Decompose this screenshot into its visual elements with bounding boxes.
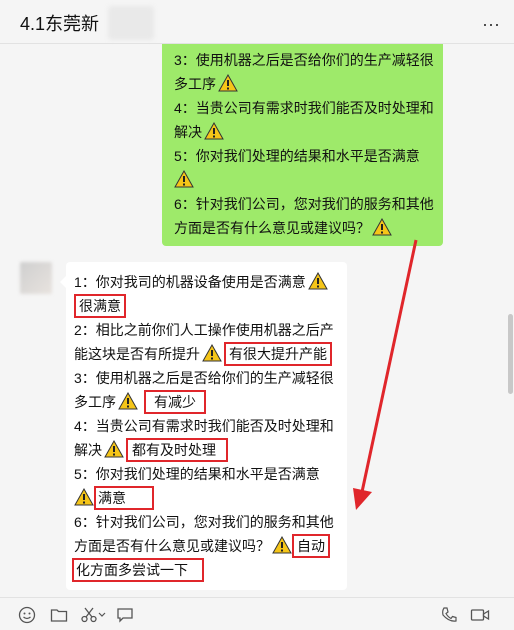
message-text: 3：使用机器之后是否给你们的生产减轻很 (74, 370, 334, 386)
message-line: 4：当贵公司有需求时我们能否及时处理和 (174, 96, 434, 120)
message-line: 4：当贵公司有需求时我们能否及时处理和 (74, 414, 339, 438)
message-text: 4：当贵公司有需求时我们能否及时处理和 (174, 100, 434, 116)
scrollbar[interactable] (508, 314, 513, 394)
highlighted-answer: 化方面多尝试一下 (72, 558, 204, 582)
folder-icon[interactable] (50, 606, 68, 624)
message-text: 解决 (74, 442, 102, 458)
highlighted-answer: 都有及时处理 (126, 438, 228, 462)
message-line: 化方面多尝试一下 (72, 558, 339, 582)
message-text: 6：针对我们公司，您对我们的服务和其他 (74, 514, 334, 530)
message-line: 能这块是否有所提升 有很大提升产能 (74, 342, 339, 366)
message-line: 多工序 有减少 (74, 390, 339, 414)
chevron-down-icon[interactable] (98, 606, 106, 624)
outgoing-message[interactable]: 3：使用机器之后是否给你们的生产减轻很 多工序 4：当贵公司有需求时我们能否及时… (162, 44, 443, 246)
message-line (174, 168, 433, 192)
message-text: 4：当贵公司有需求时我们能否及时处理和 (74, 418, 334, 434)
input-toolbar (0, 597, 514, 630)
incoming-message[interactable]: 1：你对我司的机器设备使用是否满意 很满意 2：相比之前你们人工操作使用机器之后… (60, 262, 347, 590)
phone-icon[interactable] (440, 606, 458, 624)
scissors-icon[interactable] (80, 606, 98, 624)
warning-icon (202, 344, 222, 362)
emoji-icon[interactable] (18, 606, 36, 624)
highlighted-answer: 自动 (292, 534, 330, 558)
warning-icon (307, 272, 328, 290)
message-line: 6：针对我们公司，您对我们的服务和其他 (74, 510, 339, 534)
message-text: 方面是否有什么意见或建议吗？ (174, 220, 370, 236)
chat-header: 4.1东莞新 ··· (0, 0, 514, 44)
message-text: 3：使用机器之后是否给你们的生产减轻很 (174, 52, 434, 68)
message-text: 5：你对我们处理的结果和水平是否满意 (174, 148, 420, 164)
highlighted-answer: 满意 (94, 486, 154, 510)
highlighted-answer: 很满意 (74, 294, 126, 318)
message-text: 解决 (174, 124, 202, 140)
chat-title: 4.1东莞新 (20, 14, 100, 34)
warning-icon (204, 122, 224, 140)
message-line: 满意 (74, 486, 339, 510)
message-text: 5：你对我们处理的结果和水平是否满意 (74, 466, 320, 482)
message-line: 6：针对我们公司，您对我们的服务和其他 (174, 192, 434, 216)
warning-icon (272, 536, 292, 554)
message-text: 多工序 (174, 76, 216, 92)
message-line: 5：你对我们处理的结果和水平是否满意 (174, 144, 433, 168)
message-line: 解决 都有及时处理 (74, 438, 339, 462)
message-line: 多工序 (174, 72, 433, 96)
message-line: 3：使用机器之后是否给你们的生产减轻很 (74, 366, 339, 390)
warning-icon (218, 74, 238, 92)
message-line: 很满意 (74, 294, 339, 318)
message-line: 方面是否有什么意见或建议吗？ (174, 216, 433, 240)
message-line: 方面是否有什么意见或建议吗？ 自动 (74, 534, 339, 558)
contact-avatar[interactable] (20, 262, 52, 294)
message-line: 5：你对我们处理的结果和水平是否满意 (74, 462, 339, 486)
message-text: 能这块是否有所提升 (74, 346, 200, 362)
video-icon[interactable] (470, 606, 490, 624)
message-text: 1：你对我司的机器设备使用是否满意 (74, 274, 306, 290)
message-text: 多工序 (74, 394, 116, 410)
highlighted-answer: 有减少 (144, 390, 206, 414)
warning-icon (118, 392, 138, 410)
highlighted-answer: 有很大提升产能 (224, 342, 332, 366)
warning-icon (372, 218, 392, 236)
message-line: 解决 (174, 120, 433, 144)
warning-icon (74, 488, 94, 506)
message-line: 2：相比之前你们人工操作使用机器之后产 (74, 318, 339, 342)
message-line: 3：使用机器之后是否给你们的生产减轻很 (174, 48, 434, 72)
more-button[interactable]: ··· (482, 14, 500, 35)
warning-icon (174, 170, 194, 188)
chat-history-icon[interactable] (116, 606, 134, 624)
warning-icon (104, 440, 124, 458)
redacted-title (108, 6, 154, 40)
message-text: 方面是否有什么意见或建议吗？ (74, 538, 270, 554)
message-text: 2：相比之前你们人工操作使用机器之后产 (74, 322, 334, 338)
message-line: 1：你对我司的机器设备使用是否满意 (74, 270, 339, 294)
message-text: 6：针对我们公司，您对我们的服务和其他 (174, 196, 434, 212)
